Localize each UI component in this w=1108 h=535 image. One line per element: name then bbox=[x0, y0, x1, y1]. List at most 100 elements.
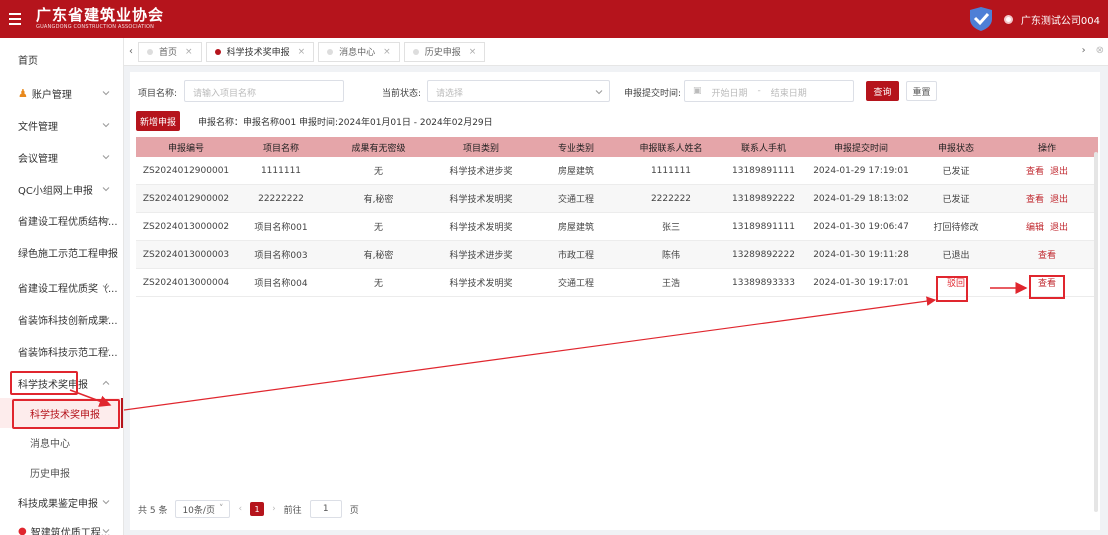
highlight-sidebar-parent bbox=[10, 371, 78, 395]
sidebar-item-history[interactable]: 历史申报 bbox=[0, 457, 123, 487]
close-icon[interactable]: × bbox=[298, 47, 306, 57]
tab-label: 历史申报 bbox=[424, 48, 461, 58]
view-link[interactable]: 查看 bbox=[1026, 167, 1044, 177]
table-cell: 22222222 bbox=[258, 193, 304, 204]
table-cell: 2024-01-30 19:17:01 bbox=[813, 277, 909, 288]
pagination: 共 5 条 10条/页 ˅ ‹ 1 › 前往 1 页 bbox=[138, 499, 359, 519]
query-button[interactable]: 查询 bbox=[866, 81, 899, 101]
page-number-current[interactable]: 1 bbox=[250, 502, 265, 516]
status-select[interactable]: 请选择 bbox=[427, 80, 610, 102]
chevron-down-icon: ˅ bbox=[218, 504, 224, 514]
table-header: 申报编号 项目名称 成果有无密级 项目类别 专业类别 申报联系人姓名 联系人手机… bbox=[136, 137, 1098, 157]
col-header: 申报联系人姓名 bbox=[639, 143, 703, 154]
chevron-down-icon bbox=[102, 500, 110, 505]
menu-toggle-icon[interactable] bbox=[0, 0, 30, 38]
table-cell: 2024-01-29 17:19:01 bbox=[813, 165, 909, 176]
chevron-down-icon bbox=[102, 123, 110, 128]
user-name[interactable]: 广东测试公司004 bbox=[1021, 12, 1100, 27]
table-row: ZS2024013000003 项目名称003 有,秘密 科学技术进步奖 市政工… bbox=[136, 241, 1098, 269]
table-cell: ZS2024013000003 bbox=[142, 249, 230, 260]
status-label: 当前状态: bbox=[382, 89, 422, 99]
table-cell: 2024-01-30 19:11:28 bbox=[813, 249, 909, 260]
table-row: ZS2024012900002 22222222 有,秘密 科学技术发明奖 交通… bbox=[136, 185, 1098, 213]
exit-link[interactable]: 退出 bbox=[1050, 195, 1068, 205]
edit-link[interactable]: 编辑 bbox=[1026, 223, 1044, 233]
status-cell: 打回待修改 bbox=[933, 223, 979, 233]
table-cell: 项目名称003 bbox=[254, 251, 308, 261]
table-cell: 科学技术进步奖 bbox=[449, 251, 513, 261]
sidebar-item-messages[interactable]: 消息中心 bbox=[0, 427, 123, 457]
table-cell: ZS2024012900002 bbox=[142, 193, 230, 204]
table-row: ZS2024013000004 项目名称004 无 科学技术发明奖 交通工程 王… bbox=[136, 269, 1098, 297]
table-cell: 13189892222 bbox=[732, 193, 795, 204]
site-title: 广东省建筑业协会 bbox=[36, 6, 165, 24]
tab-sci-award[interactable]: 科学技术奖申报 × bbox=[205, 41, 315, 62]
sidebar-item-green[interactable]: 绿色施工示范工程申报 bbox=[0, 237, 123, 267]
table-cell: 有,秘密 bbox=[363, 251, 394, 261]
date-range-picker[interactable]: ▣ 开始日期 - 结束日期 bbox=[684, 80, 854, 102]
tab-messages[interactable]: 消息中心 × bbox=[318, 41, 400, 62]
close-circle-icon[interactable]: ⊗ bbox=[1096, 45, 1104, 56]
close-icon[interactable]: × bbox=[383, 47, 391, 57]
chevron-left-icon[interactable]: ‹ bbox=[124, 46, 138, 57]
site-subtitle: GUANGDONG CONSTRUCTION ASSOCIATION bbox=[36, 24, 155, 30]
highlight-sidebar-active bbox=[12, 399, 120, 429]
sidebar-item-meetings[interactable]: 会议管理 bbox=[0, 142, 123, 172]
next-page-icon[interactable]: › bbox=[272, 504, 276, 514]
application-table: 申报编号 项目名称 成果有无密级 项目类别 专业类别 申报联系人姓名 联系人手机… bbox=[136, 137, 1098, 297]
table-cell: ZS2024013000004 bbox=[142, 277, 230, 288]
sidebar-item-deco-demo[interactable]: 省装饰科技示范工程... bbox=[0, 336, 123, 366]
chevron-up-icon bbox=[102, 380, 110, 385]
prev-page-icon[interactable]: ‹ bbox=[238, 504, 242, 514]
exit-link[interactable]: 退出 bbox=[1050, 223, 1068, 233]
new-application-button[interactable]: 新增申报 bbox=[136, 111, 180, 131]
status-placeholder: 请选择 bbox=[436, 89, 464, 99]
goto-label: 前往 bbox=[283, 505, 302, 516]
table-cell: 科学技术发明奖 bbox=[449, 195, 513, 205]
col-header: 操作 bbox=[1037, 143, 1056, 154]
status-cell: 已发证 bbox=[942, 167, 970, 177]
sidebar-item-files[interactable]: 文件管理 bbox=[0, 110, 123, 140]
sidebar-item-label: 智建筑优质工程... bbox=[30, 527, 111, 535]
table-cell: 交通工程 bbox=[557, 279, 594, 289]
project-name-input[interactable]: 请输入项目名称 bbox=[184, 80, 344, 102]
table-cell: 房屋建筑 bbox=[557, 223, 594, 233]
tab-history[interactable]: 历史申报 × bbox=[403, 41, 486, 62]
sidebar-item-label: 首页 bbox=[18, 55, 38, 67]
reset-button[interactable]: 重置 bbox=[906, 81, 937, 101]
col-header: 专业类别 bbox=[557, 143, 594, 154]
user-avatar[interactable] bbox=[1003, 14, 1013, 24]
sidebar: 首页 ♟ 账户管理 文件管理 会议管理 QC小组网上申报 省建设工程优质结构..… bbox=[0, 38, 124, 535]
table-cell: 项目名称004 bbox=[254, 279, 308, 289]
view-link[interactable]: 查看 bbox=[1026, 195, 1044, 205]
table-cell: 科学技术发明奖 bbox=[449, 279, 513, 289]
vertical-scrollbar[interactable] bbox=[1094, 152, 1098, 512]
sidebar-item-home[interactable]: 首页 bbox=[0, 44, 123, 74]
close-icon[interactable]: × bbox=[185, 47, 193, 57]
sidebar-item-qc[interactable]: QC小组网上申报 bbox=[0, 174, 123, 204]
chevron-right-icon[interactable]: › bbox=[1082, 45, 1086, 56]
page-size-select[interactable]: 10条/页 ˅ bbox=[175, 500, 231, 518]
date-separator: - bbox=[757, 86, 761, 96]
sidebar-item-deco-innovation[interactable]: 省装饰科技创新成果... bbox=[0, 304, 123, 334]
sidebar-item-quality[interactable]: 省建设工程优质奖（... bbox=[0, 272, 123, 302]
sidebar-item-structure[interactable]: 省建设工程优质结构... bbox=[0, 205, 123, 235]
sidebar-item-appraisal[interactable]: 科技成果鉴定申报 bbox=[0, 487, 123, 517]
close-icon[interactable]: × bbox=[469, 47, 477, 57]
col-header: 联系人手机 bbox=[740, 143, 786, 154]
goto-page-input[interactable]: 1 bbox=[309, 500, 342, 518]
table-row: ZS2024013000002 项目名称001 无 科学技术发明奖 房屋建筑 张… bbox=[136, 213, 1098, 241]
sidebar-item-label: 账户管理 bbox=[31, 89, 72, 101]
sidebar-item-smart-building[interactable]: ● 智建筑优质工程... bbox=[0, 516, 123, 535]
col-header: 成果有无密级 bbox=[351, 143, 406, 154]
col-header: 项目类别 bbox=[462, 143, 499, 154]
tab-home[interactable]: 首页 × bbox=[138, 41, 202, 62]
tab-bar: ‹ 首页 × 科学技术奖申报 × 消息中心 × 历史申报 × › ⊗ bbox=[124, 38, 1108, 66]
chevron-down-icon bbox=[102, 187, 110, 192]
app-icon: ● bbox=[18, 525, 27, 535]
exit-link[interactable]: 退出 bbox=[1050, 167, 1068, 177]
col-header: 申报编号 bbox=[167, 143, 204, 154]
view-link[interactable]: 查看 bbox=[1038, 251, 1056, 261]
view-link[interactable]: 查看 bbox=[1038, 279, 1056, 289]
sidebar-item-account[interactable]: ♟ 账户管理 bbox=[0, 78, 123, 108]
